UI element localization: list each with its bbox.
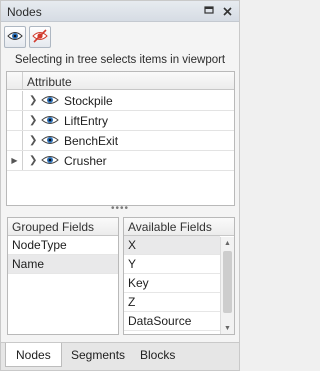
panel-splitter[interactable]: ••••	[1, 204, 239, 214]
pin-icon[interactable]	[202, 4, 216, 18]
panel-title: Nodes	[7, 5, 42, 19]
grouped-field-item[interactable]: NodeType	[8, 236, 118, 255]
available-field-item[interactable]: DataSource	[124, 312, 220, 331]
bottom-tab-bar: Nodes Segments Blocks	[1, 342, 239, 370]
row-selector-header	[7, 72, 23, 89]
grouped-fields-list[interactable]: Grouped Fields NodeType Name	[7, 217, 119, 335]
tree-header[interactable]: Attribute	[7, 72, 234, 90]
available-fields-header: Available Fields	[124, 218, 234, 236]
row-selector[interactable]	[7, 91, 23, 110]
tree-row-label: LiftEntry	[64, 114, 109, 128]
grouped-fields-header: Grouped Fields	[8, 218, 118, 236]
expand-arrow-icon[interactable]: ❯	[29, 135, 37, 146]
current-row-icon: ▶	[11, 156, 18, 165]
tree-row[interactable]: ❯ LiftEntry	[7, 111, 234, 131]
available-field-item[interactable]: Y	[124, 255, 220, 274]
available-fields-scrollbar[interactable]: ▲ ▼	[220, 237, 234, 334]
grouped-field-item[interactable]: Name	[8, 255, 118, 274]
scroll-down-icon[interactable]: ▼	[221, 322, 234, 334]
tree-row-label: BenchExit	[64, 134, 119, 148]
expand-arrow-icon[interactable]: ❯	[29, 95, 37, 106]
attribute-column-header: Attribute	[27, 75, 72, 89]
row-selector[interactable]	[7, 111, 23, 130]
scroll-thumb[interactable]	[223, 251, 232, 313]
tree-row-label: Crusher	[64, 154, 107, 168]
available-field-item[interactable]: Z	[124, 293, 220, 312]
tab-blocks[interactable]: Blocks	[130, 343, 185, 367]
eye-icon[interactable]	[41, 134, 59, 149]
available-field-item[interactable]: X	[124, 236, 220, 255]
tree-row-label: Stockpile	[64, 94, 113, 108]
attribute-tree[interactable]: Attribute ❯ Stockpile ❯ LiftEntry ❯ Benc…	[6, 71, 235, 206]
tree-row[interactable]: ❯ BenchExit	[7, 131, 234, 151]
eye-icon[interactable]	[41, 94, 59, 109]
tab-nodes[interactable]: Nodes	[5, 343, 62, 367]
nodes-panel: Nodes Selecting in tree selects items in…	[0, 0, 240, 371]
panel-title-bar: Nodes	[1, 1, 239, 22]
eye-hidden-icon	[32, 28, 48, 46]
expand-arrow-icon[interactable]: ❯	[29, 155, 37, 166]
scroll-up-icon[interactable]: ▲	[221, 237, 234, 249]
eye-icon[interactable]	[41, 154, 59, 169]
tree-row[interactable]: ▶ ❯ Crusher	[7, 151, 234, 171]
row-selector[interactable]: ▶	[7, 151, 23, 170]
tree-row[interactable]: ❯ Stockpile	[7, 91, 234, 111]
available-field-item[interactable]: Key	[124, 274, 220, 293]
eye-icon[interactable]	[41, 114, 59, 129]
eye-icon	[7, 30, 23, 45]
toolbar	[4, 26, 51, 50]
hide-all-button[interactable]	[29, 26, 51, 48]
close-icon[interactable]	[220, 4, 234, 18]
show-all-button[interactable]	[4, 26, 26, 48]
tab-segments[interactable]: Segments	[61, 343, 135, 367]
available-fields-list[interactable]: Available Fields X Y Key Z DataSource ▲ …	[123, 217, 235, 335]
expand-arrow-icon[interactable]: ❯	[29, 115, 37, 126]
row-selector[interactable]	[7, 131, 23, 150]
selection-hint: Selecting in tree selects items in viewp…	[14, 54, 226, 66]
